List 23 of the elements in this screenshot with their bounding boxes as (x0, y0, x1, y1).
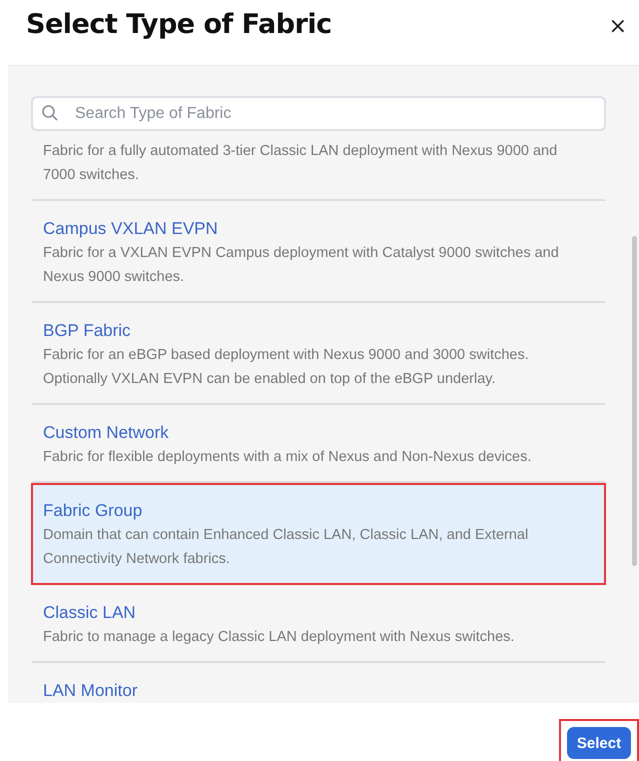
fabric-name: Custom Network (43, 422, 170, 444)
fabric-option[interactable]: Classic LAN Fabric to manage a legacy Classic LAN deployment with Nexus switches. (31, 585, 606, 663)
fabric-description: Fabric for flexible deployments with a mix of Nexus and Non-Nexus devices. (43, 448, 532, 467)
scrollbar[interactable] (632, 236, 637, 566)
fabric-description: Domain that can contain Enhanced Classic LAN, Classic LAN, and External Connectivity Network fabrics. (43, 526, 530, 569)
search-field[interactable]: Search Type of Fabric (31, 96, 606, 131)
fabric-name: LAN Monitor (43, 680, 138, 702)
fabric-name: Campus VXLAN EVPN (43, 218, 219, 240)
fabric-description: Fabric for an eBGP based deployment with Nexus 9000 and 3000 switches. Optionally VXLAN EVPN can be enabled on top of the eBGP underlay. (43, 346, 530, 389)
fabric-option[interactable]: LAN Monitor (31, 663, 606, 703)
fabric-option[interactable]: Fabric Group Domain that can contain Enhanced Classic LAN, Classic LAN, and External Connectivity Network fabrics. (31, 483, 606, 585)
fabric-option[interactable]: BGP Fabric Fabric for an eBGP based deployment with Nexus 9000 and 3000 switches. Optionally VXLAN EVPN can be enabled on top of the eBGP underlay. (31, 303, 606, 405)
fabric-description: Fabric for a VXLAN EVPN Campus deployment with Catalyst 9000 switches and Nexus 9000 switches. (43, 244, 560, 287)
fabric-name: Fabric Group (43, 500, 144, 522)
fabric-name: Classic LAN (43, 602, 137, 624)
fabric-option[interactable]: Campus VXLAN EVPN Fabric for a VXLAN EVPN Campus deployment with Catalyst 9000 switches and Nexus 9000 switches. (31, 201, 606, 303)
fabric-name: BGP Fabric (43, 320, 132, 342)
fabric-description: Fabric to manage a legacy Classic LAN deployment with Nexus switches. (43, 628, 516, 647)
fabric-option[interactable]: Fabric for a fully automated 3-tier Classic LAN deployment with Nexus 9000 and 7000 switches. (31, 133, 606, 201)
dialog-title: Select Type of Fabric (26, 9, 332, 40)
close-button[interactable]: × (604, 14, 631, 39)
fabric-description: Fabric for a fully automated 3-tier Classic LAN deployment with Nexus 9000 and 7000 switches. (43, 142, 558, 185)
select-button[interactable]: Select (567, 727, 631, 759)
